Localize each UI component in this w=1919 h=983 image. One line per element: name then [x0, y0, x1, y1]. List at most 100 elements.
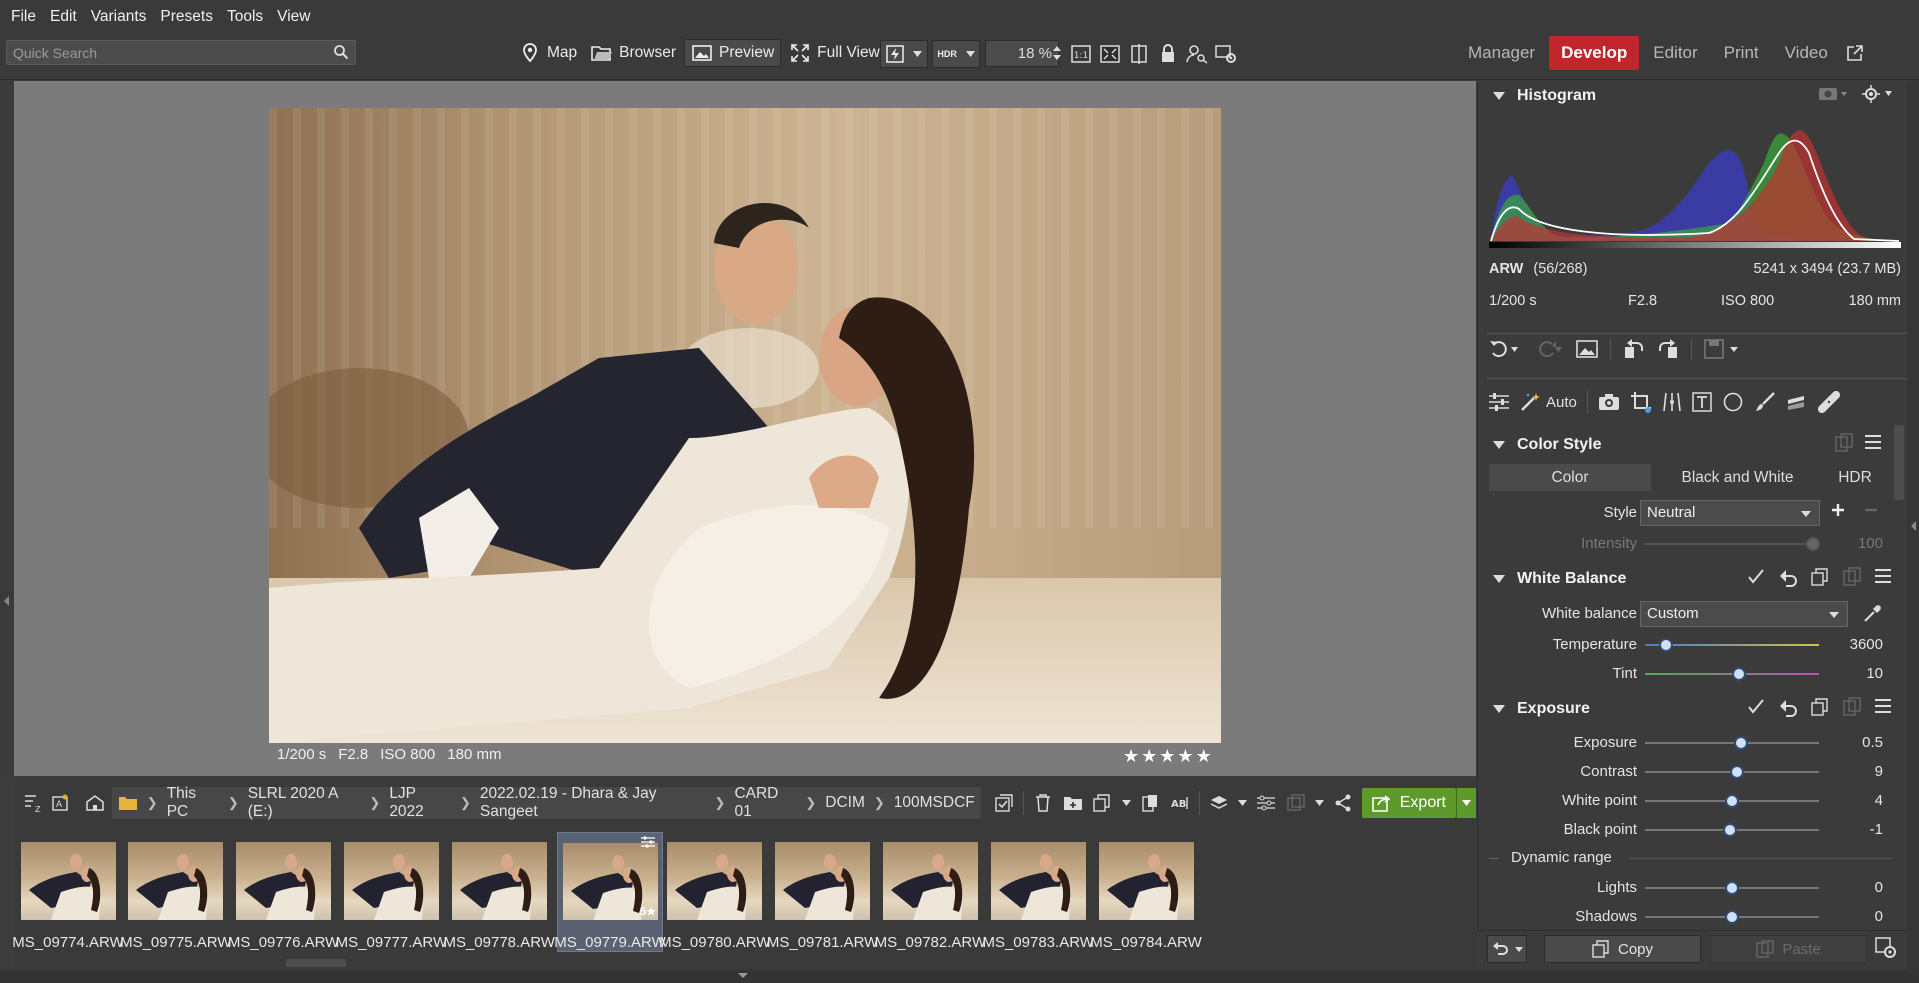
exposure-track[interactable]	[1645, 742, 1819, 744]
breadcrumb-item[interactable]: SLRL 2020 A (E:)	[248, 785, 361, 821]
temperature-knob[interactable]	[1658, 638, 1673, 652]
menu-view[interactable]: View	[270, 8, 317, 26]
checkbox-icon[interactable]	[1746, 567, 1766, 587]
filmstrip-thumbnail[interactable]: MS_09775.ARW	[120, 832, 232, 952]
menu-icon[interactable]	[1874, 567, 1892, 587]
tab-video[interactable]: Video	[1773, 36, 1840, 70]
crop-icon[interactable]	[1630, 391, 1652, 413]
star-icon[interactable]: ★	[1177, 746, 1193, 767]
external-window-icon[interactable]	[1846, 44, 1864, 62]
sync-select-icon[interactable]	[993, 792, 1015, 814]
breadcrumb-item[interactable]: CARD 01	[734, 785, 796, 821]
trash-icon[interactable]	[1032, 792, 1054, 814]
style-dropdown[interactable]: Neutral	[1640, 500, 1820, 526]
black-point-value[interactable]: -1	[1870, 821, 1883, 838]
black-point-knob[interactable]	[1723, 823, 1738, 837]
rotate-left-icon[interactable]	[1623, 338, 1645, 360]
star-icon[interactable]: ★	[1159, 746, 1175, 767]
tab-manager[interactable]: Manager	[1456, 36, 1547, 70]
search-icon[interactable]	[333, 44, 349, 60]
reset-icon[interactable]	[1778, 567, 1798, 587]
tab-print[interactable]: Print	[1712, 36, 1771, 70]
chevron-down-icon[interactable]	[1237, 800, 1247, 806]
share-icon[interactable]	[1332, 792, 1354, 814]
breadcrumb-item[interactable]: This PC	[167, 785, 219, 821]
tab-color[interactable]: Color	[1489, 464, 1651, 491]
lights-knob[interactable]	[1725, 881, 1739, 895]
adjustments-icon[interactable]	[1255, 792, 1277, 814]
menu-icon[interactable]	[1864, 433, 1882, 453]
breadcrumb-item[interactable]: 100MSDCF	[894, 794, 975, 812]
rating-stars[interactable]: ★ ★ ★ ★ ★	[1123, 746, 1212, 767]
reset-icon[interactable]	[1778, 697, 1798, 717]
undo-dropdown[interactable]	[1487, 935, 1527, 963]
filmstrip-thumbnail[interactable]: MS_09782.ARW	[875, 832, 986, 952]
search-input[interactable]	[7, 41, 327, 64]
filmstrip-thumbnail[interactable]: MS_09781.ARW	[767, 832, 878, 952]
menu-tools[interactable]: Tools	[220, 8, 270, 26]
save-icon[interactable]	[1704, 338, 1740, 360]
menu-variants[interactable]: Variants	[84, 8, 154, 26]
filmstrip-thumbnail[interactable]: MS_09774.ARW	[12, 832, 124, 952]
tab-black-and-white[interactable]: Black and White	[1660, 464, 1815, 491]
chevron-down-icon[interactable]	[1121, 800, 1131, 806]
bandage-icon[interactable]	[1817, 391, 1840, 413]
contrast-value[interactable]: 9	[1875, 763, 1883, 780]
star-icon[interactable]: ★	[1196, 746, 1212, 767]
plus-icon[interactable]	[1830, 502, 1846, 518]
menu-icon[interactable]	[1874, 697, 1892, 717]
menu-file[interactable]: File	[4, 8, 43, 26]
scrollbar-thumb[interactable]	[286, 959, 346, 967]
panel-scrollbar[interactable]	[1894, 425, 1904, 500]
develop-settings-icon[interactable]	[1874, 936, 1898, 960]
star-icon[interactable]: ★	[1123, 746, 1139, 767]
brush-icon[interactable]	[1754, 391, 1776, 413]
camera-icon[interactable]	[1598, 393, 1620, 411]
clipboard-icon[interactable]	[1139, 792, 1161, 814]
new-folder-icon[interactable]	[1062, 792, 1084, 814]
sort-icon[interactable]: Z	[22, 792, 43, 814]
circle-mask-icon[interactable]	[1722, 391, 1744, 413]
image-icon[interactable]	[1576, 339, 1598, 359]
copy-settings-icon[interactable]	[1810, 697, 1830, 717]
filmstrip-thumbnail[interactable]: MS_09776.ARW	[228, 832, 339, 952]
zoom-1to1-icon[interactable]: 1:1	[1070, 43, 1092, 65]
wb-dropdown[interactable]: Custom	[1640, 601, 1848, 627]
tint-value[interactable]: 10	[1866, 665, 1883, 682]
gradient-icon[interactable]	[1786, 392, 1808, 412]
map-button[interactable]: Map	[513, 39, 583, 67]
text-box-icon[interactable]	[1692, 392, 1712, 412]
copy-button[interactable]: Copy	[1544, 935, 1701, 963]
menu-presets[interactable]: Presets	[153, 8, 220, 26]
zoom-stepper[interactable]	[1052, 43, 1062, 63]
menu-edit[interactable]: Edit	[43, 8, 84, 26]
rotate-right-icon[interactable]	[1657, 338, 1679, 360]
copy-settings-icon[interactable]	[1810, 567, 1830, 587]
home-folder-icon[interactable]	[85, 792, 106, 814]
export-button[interactable]: Export	[1361, 788, 1456, 818]
filmstrip-thumbnail[interactable]: MS_09784.ARW	[1090, 832, 1202, 952]
filmstrip-thumbnail[interactable]: MS_09780.ARW	[659, 832, 771, 952]
lights-value[interactable]: 0	[1875, 879, 1883, 896]
preview-button[interactable]: Preview	[684, 39, 782, 67]
compare-icon[interactable]	[1128, 43, 1150, 65]
tint-knob[interactable]	[1731, 667, 1746, 681]
view-settings-icon[interactable]	[1215, 43, 1237, 65]
temperature-value[interactable]: 3600	[1850, 636, 1883, 653]
layers-icon[interactable]	[1208, 792, 1230, 814]
collapse-triangle-icon[interactable]	[1493, 441, 1505, 449]
white-point-value[interactable]: 4	[1875, 792, 1883, 809]
collapse-triangle-icon[interactable]	[1493, 92, 1505, 100]
white-point-knob[interactable]	[1725, 794, 1739, 808]
flash-dropdown[interactable]	[880, 40, 928, 68]
lock-icon[interactable]	[1157, 43, 1179, 65]
breadcrumb-item[interactable]: LJP 2022	[389, 785, 451, 821]
main-photo[interactable]	[269, 108, 1221, 743]
right-panel-edge[interactable]	[1907, 81, 1919, 970]
export-dropdown[interactable]	[1456, 788, 1476, 818]
rename-icon[interactable]: AB	[1169, 792, 1191, 814]
collapse-triangle-icon[interactable]	[1493, 575, 1505, 583]
filmstrip-scrollbar[interactable]	[14, 957, 1476, 970]
filter-label-icon[interactable]: A	[49, 792, 70, 814]
exposure-value[interactable]: 0.5	[1862, 734, 1883, 751]
